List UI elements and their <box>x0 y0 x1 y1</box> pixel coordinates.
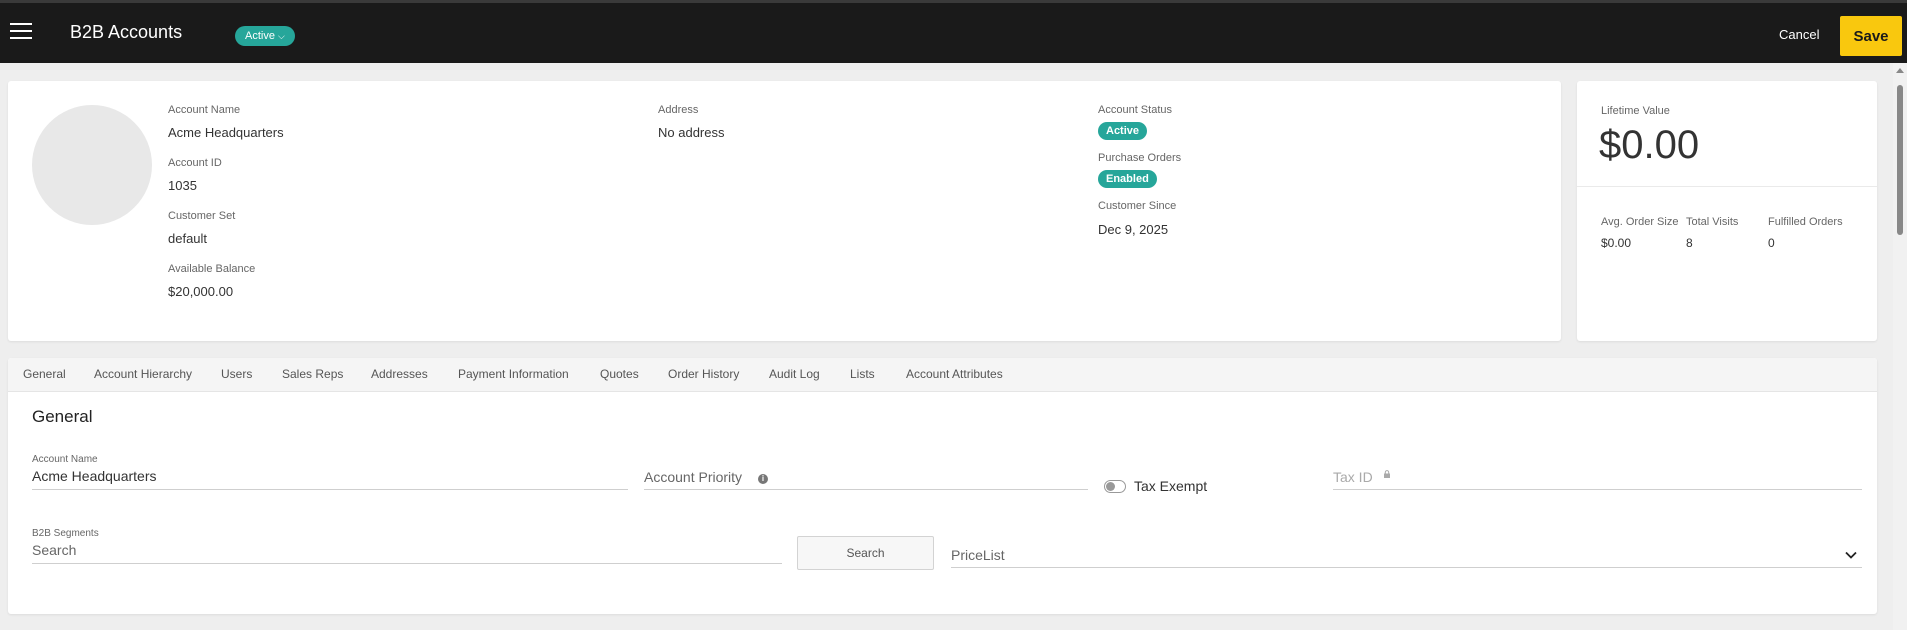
status-dropdown-label: Active <box>245 30 275 42</box>
lifetime-value-label: Lifetime Value <box>1601 105 1670 117</box>
b2b-segments-placeholder: Search <box>32 542 77 558</box>
tab-payment-information[interactable]: Payment Information <box>458 367 569 381</box>
tab-account-attributes[interactable]: Account Attributes <box>906 367 1003 381</box>
account-id-label: Account ID <box>168 157 222 169</box>
tab-addresses[interactable]: Addresses <box>371 367 428 381</box>
total-visits-value: 8 <box>1686 236 1693 250</box>
purchase-orders-label: Purchase Orders <box>1098 152 1182 164</box>
tab-quotes[interactable]: Quotes <box>600 367 639 381</box>
customer-since-value: Dec 9, 2025 <box>1098 222 1169 237</box>
scroll-up-arrow-icon[interactable] <box>1896 68 1904 73</box>
tab-account-hierarchy[interactable]: Account Hierarchy <box>94 367 192 381</box>
address-label: Address <box>658 104 699 116</box>
account-id-value: 1035 <box>168 178 197 193</box>
address-value: No address <box>658 125 725 140</box>
account-name-value: Acme Headquarters <box>168 125 284 140</box>
status-dropdown[interactable]: Active ⌵ <box>235 26 295 46</box>
menu-icon[interactable] <box>10 23 32 41</box>
lock-icon <box>1384 470 1390 478</box>
account-summary-card: Account Name Acme Headquarters Account I… <box>8 81 1561 341</box>
pricelist-select[interactable]: PriceList <box>951 542 1862 568</box>
account-status-label: Account Status <box>1098 104 1172 116</box>
tab-general[interactable]: General <box>23 367 66 381</box>
tab-bar: General Account Hierarchy Users Sales Re… <box>8 358 1877 392</box>
customer-since-label: Customer Since <box>1098 200 1177 212</box>
available-balance-label: Available Balance <box>168 263 256 275</box>
account-name-field-value: Acme Headquarters <box>32 468 157 484</box>
lifetime-value-card: Lifetime Value $0.00 Avg. Order Size $0.… <box>1577 81 1877 341</box>
chevron-down-icon: ⌵ <box>277 31 285 41</box>
avg-order-size-label: Avg. Order Size <box>1601 216 1679 228</box>
fulfilled-orders-label: Fulfilled Orders <box>1768 216 1843 228</box>
divider <box>1577 186 1877 187</box>
purchase-orders-badge: Enabled <box>1098 170 1157 188</box>
account-name-label: Account Name <box>168 104 241 116</box>
account-priority-field[interactable]: Account Priority i <box>644 466 1088 490</box>
tab-sales-reps[interactable]: Sales Reps <box>282 367 343 381</box>
tax-id-field[interactable]: Tax ID <box>1333 466 1862 490</box>
account-name-field[interactable]: Acme Headquarters <box>32 466 628 490</box>
fulfilled-orders-value: 0 <box>1768 236 1775 250</box>
account-priority-placeholder: Account Priority <box>644 469 743 485</box>
scrollbar-thumb[interactable] <box>1897 85 1903 235</box>
section-title: General <box>32 407 93 426</box>
search-button[interactable]: Search <box>797 536 934 570</box>
app-header: B2B Accounts Active ⌵ Cancel Save <box>0 0 1907 63</box>
total-visits-label: Total Visits <box>1686 216 1739 228</box>
tax-exempt-label: Tax Exempt <box>1134 478 1208 494</box>
page-title: B2B Accounts <box>70 22 183 42</box>
tab-users[interactable]: Users <box>221 367 252 381</box>
lifetime-value-amount: $0.00 <box>1599 123 1700 167</box>
tax-id-placeholder: Tax ID <box>1333 469 1373 485</box>
account-details-card: General Account Hierarchy Users Sales Re… <box>8 358 1877 614</box>
available-balance-value: $20,000.00 <box>168 284 234 299</box>
b2b-segments-input[interactable]: Search <box>32 538 782 564</box>
chevron-down-icon[interactable] <box>1845 551 1857 559</box>
cancel-button[interactable]: Cancel <box>1779 27 1819 42</box>
avatar <box>32 105 152 225</box>
tab-audit-log[interactable]: Audit Log <box>769 367 820 381</box>
save-button[interactable]: Save <box>1840 16 1902 56</box>
avg-order-size-value: $0.00 <box>1601 236 1632 250</box>
tab-order-history[interactable]: Order History <box>668 367 739 381</box>
scrollbar[interactable] <box>1893 63 1907 630</box>
tab-lists[interactable]: Lists <box>850 367 875 381</box>
info-icon[interactable]: i <box>758 474 768 484</box>
tax-exempt-toggle[interactable] <box>1104 480 1126 493</box>
account-name-field-label: Account Name <box>32 454 98 465</box>
customer-set-label: Customer Set <box>168 210 236 222</box>
customer-set-value: default <box>168 231 208 246</box>
pricelist-placeholder: PriceList <box>951 547 1005 563</box>
account-status-badge: Active <box>1098 122 1148 140</box>
